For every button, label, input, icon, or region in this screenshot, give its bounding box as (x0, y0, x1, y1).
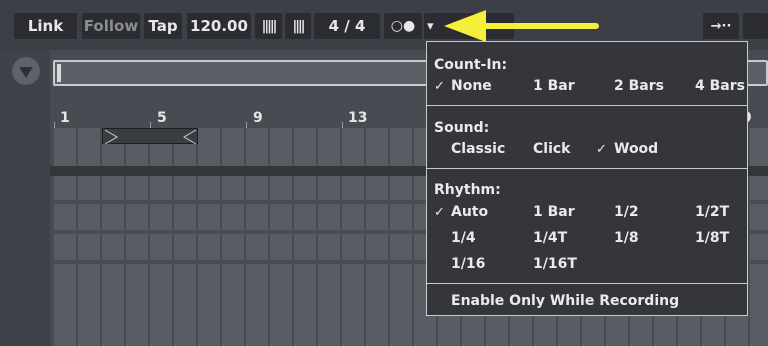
check-icon: ✓ (596, 142, 607, 157)
sound-click[interactable]: Click (533, 141, 570, 157)
ruler-marker-13: 13 (348, 110, 368, 126)
follow-button[interactable]: Follow (82, 13, 140, 39)
sound-wood[interactable]: Wood (614, 141, 658, 157)
toolbar-right-button[interactable] (743, 13, 768, 39)
loop-brace-icon (104, 129, 197, 145)
chevron-down-icon: ▾ (427, 18, 434, 34)
sound-header: Sound: (434, 120, 490, 136)
left-panel (0, 50, 50, 346)
tempo-nudge-down-button[interactable]: ||||| (255, 13, 282, 39)
rhythm-1-16t[interactable]: 1/16T (533, 256, 577, 272)
yellow-arrow-icon (444, 10, 599, 42)
ruler-marker-5: 5 (157, 110, 167, 126)
menu-divider (427, 105, 747, 106)
rhythm-1-16[interactable]: 1/16 (451, 256, 485, 272)
rhythm-1-8[interactable]: 1/8 (614, 230, 639, 246)
rhythm-1-4t[interactable]: 1/4T (533, 230, 567, 246)
count-in-1-bar[interactable]: 1 Bar (533, 78, 575, 94)
time-signature-field[interactable]: 4 / 4 (314, 13, 380, 39)
menu-divider (427, 283, 747, 284)
rhythm-1-2[interactable]: 1/2 (614, 204, 639, 220)
rhythm-auto[interactable]: Auto (451, 204, 488, 220)
metronome-button[interactable]: ○● (384, 13, 422, 39)
loop-brace[interactable] (102, 128, 198, 145)
tempo-nudge-up-button[interactable]: |||| (285, 13, 311, 39)
check-icon: ✓ (434, 79, 445, 94)
collapse-triangle-icon[interactable] (12, 57, 40, 85)
ruler-marker-9: 9 (253, 110, 263, 126)
count-in-header: Count-In: (434, 57, 508, 73)
count-in-none[interactable]: None (451, 78, 492, 94)
tap-tempo-button[interactable]: Tap (144, 13, 182, 39)
menu-divider (427, 168, 747, 169)
follow-playback-toggle[interactable]: →·· (703, 13, 739, 39)
rhythm-1-bar[interactable]: 1 Bar (533, 204, 575, 220)
sound-classic[interactable]: Classic (451, 141, 505, 157)
count-in-4-bars[interactable]: 4 Bars (695, 78, 745, 94)
link-button[interactable]: Link (14, 13, 77, 39)
ruler-marker-1: 1 (60, 110, 70, 126)
tempo-field[interactable]: 120.00 (187, 13, 251, 39)
metronome-settings-menu: Count-In: ✓ None 1 Bar 2 Bars 4 Bars Sou… (426, 41, 748, 316)
enable-only-while-recording-option[interactable]: Enable Only While Recording (451, 293, 679, 309)
check-icon: ✓ (434, 205, 445, 220)
rhythm-1-2t[interactable]: 1/2T (695, 204, 729, 220)
count-in-2-bars[interactable]: 2 Bars (614, 78, 664, 94)
rhythm-1-8t[interactable]: 1/8T (695, 230, 729, 246)
rhythm-1-4[interactable]: 1/4 (451, 230, 476, 246)
rhythm-header: Rhythm: (434, 182, 501, 198)
